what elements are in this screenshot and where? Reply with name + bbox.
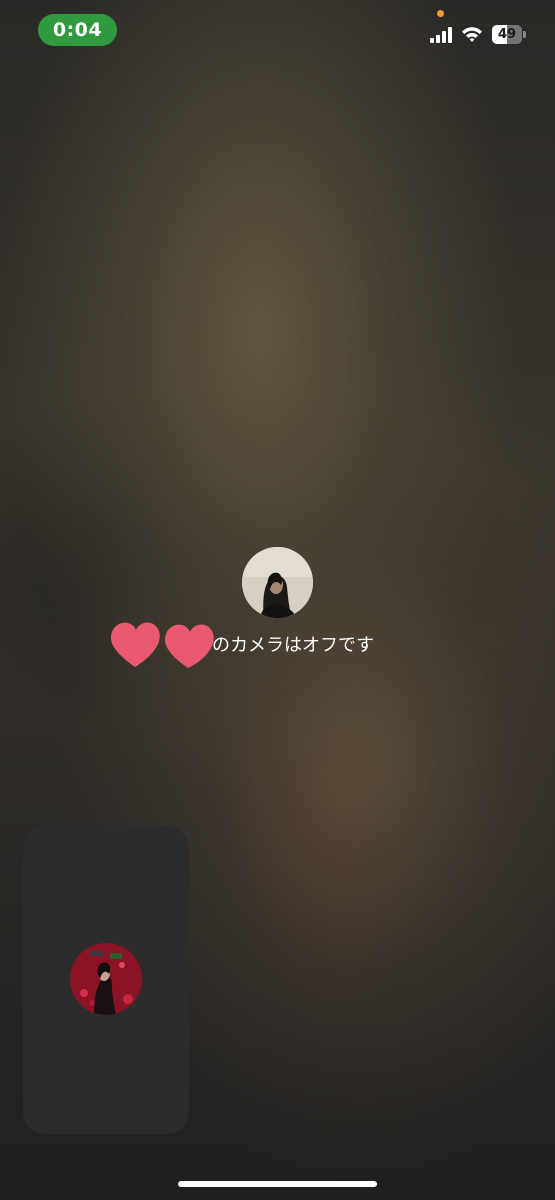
heart-icon <box>164 624 214 668</box>
battery-level: 49 <box>497 27 517 42</box>
avatar-photo <box>242 547 313 618</box>
signal-bar <box>436 35 440 43</box>
video-call-screen: 0:04 49 のカメラはオフです <box>0 0 555 1200</box>
signal-bar <box>442 31 446 43</box>
signal-bar <box>430 38 434 43</box>
wifi-icon <box>461 25 483 43</box>
self-avatar-photo <box>70 943 142 1015</box>
call-time-indicator[interactable]: 0:04 <box>38 14 117 46</box>
battery-cap <box>523 31 526 38</box>
remote-caller-avatar[interactable] <box>242 547 313 618</box>
self-avatar <box>70 943 142 1015</box>
battery-icon: 49 <box>492 25 528 44</box>
camera-off-text: のカメラはオフです <box>212 635 374 656</box>
cellular-signal-icon <box>430 27 454 43</box>
self-view-tile[interactable] <box>23 826 189 1134</box>
signal-bar <box>448 27 452 43</box>
camera-off-message-row: のカメラはオフです <box>108 617 448 671</box>
contact-name-emoji <box>110 622 214 668</box>
home-indicator[interactable] <box>178 1181 377 1187</box>
status-time: 0:04 <box>52 19 103 41</box>
mic-in-use-indicator <box>437 10 444 17</box>
heart-icon <box>110 622 160 667</box>
